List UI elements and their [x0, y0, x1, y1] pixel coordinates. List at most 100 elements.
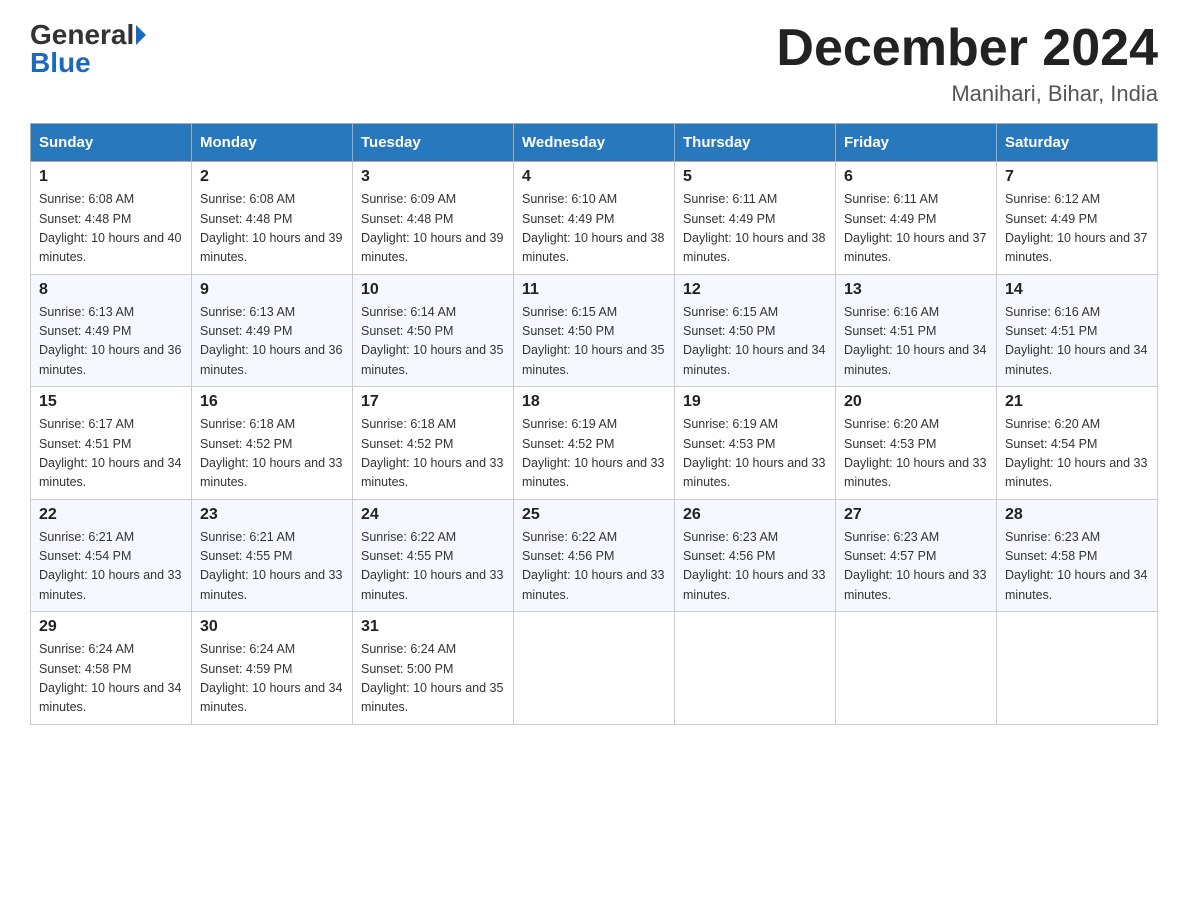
weekday-header-thursday: Thursday: [675, 124, 836, 162]
logo-arrow-icon: [136, 25, 146, 45]
day-info: Sunrise: 6:21 AMSunset: 4:55 PMDaylight:…: [200, 528, 344, 606]
calendar-week-row: 22 Sunrise: 6:21 AMSunset: 4:54 PMDaylig…: [31, 499, 1158, 612]
day-number: 12: [683, 281, 827, 299]
calendar-cell: 4 Sunrise: 6:10 AMSunset: 4:49 PMDayligh…: [514, 162, 675, 275]
calendar-cell: 15 Sunrise: 6:17 AMSunset: 4:51 PMDaylig…: [31, 387, 192, 500]
day-number: 18: [522, 393, 666, 411]
calendar-cell: 5 Sunrise: 6:11 AMSunset: 4:49 PMDayligh…: [675, 162, 836, 275]
calendar-week-row: 15 Sunrise: 6:17 AMSunset: 4:51 PMDaylig…: [31, 387, 1158, 500]
day-info: Sunrise: 6:24 AMSunset: 4:59 PMDaylight:…: [200, 640, 344, 718]
day-info: Sunrise: 6:08 AMSunset: 4:48 PMDaylight:…: [200, 190, 344, 268]
day-info: Sunrise: 6:09 AMSunset: 4:48 PMDaylight:…: [361, 190, 505, 268]
calendar-cell: 18 Sunrise: 6:19 AMSunset: 4:52 PMDaylig…: [514, 387, 675, 500]
calendar-cell: 26 Sunrise: 6:23 AMSunset: 4:56 PMDaylig…: [675, 499, 836, 612]
calendar-cell: 28 Sunrise: 6:23 AMSunset: 4:58 PMDaylig…: [997, 499, 1158, 612]
calendar-cell: 24 Sunrise: 6:22 AMSunset: 4:55 PMDaylig…: [353, 499, 514, 612]
day-info: Sunrise: 6:24 AMSunset: 4:58 PMDaylight:…: [39, 640, 183, 718]
month-title: December 2024: [776, 20, 1158, 77]
day-number: 26: [683, 506, 827, 524]
calendar-cell: [997, 612, 1158, 725]
day-info: Sunrise: 6:16 AMSunset: 4:51 PMDaylight:…: [844, 303, 988, 381]
day-number: 23: [200, 506, 344, 524]
day-number: 28: [1005, 506, 1149, 524]
calendar-week-row: 29 Sunrise: 6:24 AMSunset: 4:58 PMDaylig…: [31, 612, 1158, 725]
logo-text-blue: Blue: [30, 47, 91, 79]
calendar-cell: 29 Sunrise: 6:24 AMSunset: 4:58 PMDaylig…: [31, 612, 192, 725]
calendar-week-row: 8 Sunrise: 6:13 AMSunset: 4:49 PMDayligh…: [31, 274, 1158, 387]
day-number: 21: [1005, 393, 1149, 411]
logo: General Blue: [30, 20, 146, 79]
day-number: 1: [39, 168, 183, 186]
day-number: 29: [39, 618, 183, 636]
calendar-cell: 13 Sunrise: 6:16 AMSunset: 4:51 PMDaylig…: [836, 274, 997, 387]
day-info: Sunrise: 6:08 AMSunset: 4:48 PMDaylight:…: [39, 190, 183, 268]
calendar-cell: 31 Sunrise: 6:24 AMSunset: 5:00 PMDaylig…: [353, 612, 514, 725]
calendar-cell: 19 Sunrise: 6:19 AMSunset: 4:53 PMDaylig…: [675, 387, 836, 500]
calendar-week-row: 1 Sunrise: 6:08 AMSunset: 4:48 PMDayligh…: [31, 162, 1158, 275]
calendar-cell: 22 Sunrise: 6:21 AMSunset: 4:54 PMDaylig…: [31, 499, 192, 612]
day-info: Sunrise: 6:19 AMSunset: 4:53 PMDaylight:…: [683, 415, 827, 493]
day-number: 13: [844, 281, 988, 299]
day-number: 2: [200, 168, 344, 186]
weekday-header-friday: Friday: [836, 124, 997, 162]
calendar-cell: 10 Sunrise: 6:14 AMSunset: 4:50 PMDaylig…: [353, 274, 514, 387]
calendar-cell: 20 Sunrise: 6:20 AMSunset: 4:53 PMDaylig…: [836, 387, 997, 500]
day-number: 6: [844, 168, 988, 186]
calendar-cell: 2 Sunrise: 6:08 AMSunset: 4:48 PMDayligh…: [192, 162, 353, 275]
day-info: Sunrise: 6:22 AMSunset: 4:56 PMDaylight:…: [522, 528, 666, 606]
day-info: Sunrise: 6:23 AMSunset: 4:57 PMDaylight:…: [844, 528, 988, 606]
day-info: Sunrise: 6:16 AMSunset: 4:51 PMDaylight:…: [1005, 303, 1149, 381]
page-header: General Blue December 2024 Manihari, Bih…: [30, 20, 1158, 107]
day-info: Sunrise: 6:19 AMSunset: 4:52 PMDaylight:…: [522, 415, 666, 493]
day-number: 27: [844, 506, 988, 524]
weekday-header-monday: Monday: [192, 124, 353, 162]
day-info: Sunrise: 6:23 AMSunset: 4:56 PMDaylight:…: [683, 528, 827, 606]
day-number: 4: [522, 168, 666, 186]
day-number: 17: [361, 393, 505, 411]
calendar-cell: 23 Sunrise: 6:21 AMSunset: 4:55 PMDaylig…: [192, 499, 353, 612]
day-number: 24: [361, 506, 505, 524]
weekday-header-saturday: Saturday: [997, 124, 1158, 162]
calendar-cell: 8 Sunrise: 6:13 AMSunset: 4:49 PMDayligh…: [31, 274, 192, 387]
day-number: 8: [39, 281, 183, 299]
day-info: Sunrise: 6:12 AMSunset: 4:49 PMDaylight:…: [1005, 190, 1149, 268]
weekday-header-sunday: Sunday: [31, 124, 192, 162]
calendar-cell: 16 Sunrise: 6:18 AMSunset: 4:52 PMDaylig…: [192, 387, 353, 500]
day-number: 19: [683, 393, 827, 411]
calendar-cell: 6 Sunrise: 6:11 AMSunset: 4:49 PMDayligh…: [836, 162, 997, 275]
calendar-cell: 14 Sunrise: 6:16 AMSunset: 4:51 PMDaylig…: [997, 274, 1158, 387]
day-number: 31: [361, 618, 505, 636]
day-number: 7: [1005, 168, 1149, 186]
day-number: 16: [200, 393, 344, 411]
day-number: 20: [844, 393, 988, 411]
calendar-cell: 3 Sunrise: 6:09 AMSunset: 4:48 PMDayligh…: [353, 162, 514, 275]
calendar-cell: [836, 612, 997, 725]
day-info: Sunrise: 6:15 AMSunset: 4:50 PMDaylight:…: [522, 303, 666, 381]
calendar-cell: 27 Sunrise: 6:23 AMSunset: 4:57 PMDaylig…: [836, 499, 997, 612]
calendar-cell: [514, 612, 675, 725]
day-info: Sunrise: 6:23 AMSunset: 4:58 PMDaylight:…: [1005, 528, 1149, 606]
calendar-header-row: SundayMondayTuesdayWednesdayThursdayFrid…: [31, 124, 1158, 162]
day-info: Sunrise: 6:11 AMSunset: 4:49 PMDaylight:…: [844, 190, 988, 268]
day-info: Sunrise: 6:11 AMSunset: 4:49 PMDaylight:…: [683, 190, 827, 268]
calendar-table: SundayMondayTuesdayWednesdayThursdayFrid…: [30, 123, 1158, 725]
day-number: 3: [361, 168, 505, 186]
day-number: 25: [522, 506, 666, 524]
day-info: Sunrise: 6:20 AMSunset: 4:53 PMDaylight:…: [844, 415, 988, 493]
day-info: Sunrise: 6:10 AMSunset: 4:49 PMDaylight:…: [522, 190, 666, 268]
day-info: Sunrise: 6:13 AMSunset: 4:49 PMDaylight:…: [39, 303, 183, 381]
day-info: Sunrise: 6:17 AMSunset: 4:51 PMDaylight:…: [39, 415, 183, 493]
calendar-cell: 17 Sunrise: 6:18 AMSunset: 4:52 PMDaylig…: [353, 387, 514, 500]
day-number: 30: [200, 618, 344, 636]
day-info: Sunrise: 6:14 AMSunset: 4:50 PMDaylight:…: [361, 303, 505, 381]
calendar-cell: [675, 612, 836, 725]
day-info: Sunrise: 6:22 AMSunset: 4:55 PMDaylight:…: [361, 528, 505, 606]
title-block: December 2024 Manihari, Bihar, India: [776, 20, 1158, 107]
day-number: 15: [39, 393, 183, 411]
day-number: 10: [361, 281, 505, 299]
day-info: Sunrise: 6:13 AMSunset: 4:49 PMDaylight:…: [200, 303, 344, 381]
day-info: Sunrise: 6:20 AMSunset: 4:54 PMDaylight:…: [1005, 415, 1149, 493]
calendar-cell: 12 Sunrise: 6:15 AMSunset: 4:50 PMDaylig…: [675, 274, 836, 387]
day-info: Sunrise: 6:18 AMSunset: 4:52 PMDaylight:…: [200, 415, 344, 493]
calendar-cell: 9 Sunrise: 6:13 AMSunset: 4:49 PMDayligh…: [192, 274, 353, 387]
